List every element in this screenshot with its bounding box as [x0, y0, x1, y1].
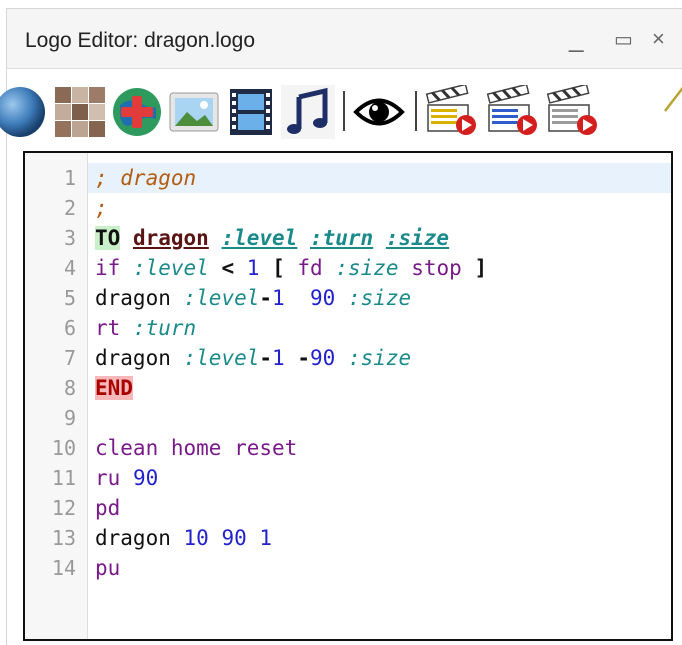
code-line[interactable]: 12 pd — [25, 493, 671, 523]
film-icon[interactable] — [224, 85, 278, 139]
token: ] — [474, 256, 488, 280]
token: :size — [347, 286, 412, 310]
music-note-icon[interactable] — [281, 85, 335, 139]
procedure-name: dragon — [132, 226, 209, 250]
clapper-play-blue-icon[interactable] — [485, 85, 539, 139]
code-line[interactable]: 9 — [25, 403, 671, 433]
code-line[interactable]: 1 ; dragon — [25, 163, 671, 193]
code-line[interactable]: 2; — [25, 193, 671, 223]
line-number: 7 — [63, 346, 76, 370]
parameter-level: :level — [221, 226, 298, 250]
token: 10 — [183, 526, 209, 550]
code-line[interactable]: 6 rt :turn — [25, 313, 671, 343]
code-lines: 1; dragon 2; 3 TO dragon :level :turn :si… — [25, 163, 671, 583]
line-number: 6 — [63, 316, 76, 340]
token: rt — [95, 316, 121, 340]
token: dragon — [95, 286, 171, 310]
code-line[interactable]: 4 if :level < 1 [ fd :size stop ] — [25, 253, 671, 283]
comment: ; — [95, 196, 108, 220]
line-number: 14 — [51, 556, 76, 580]
token: clean — [95, 436, 159, 460]
keyword-to: TO — [95, 226, 121, 250]
code-line[interactable]: 5 dragon :level-1 90 :size — [25, 283, 671, 313]
line-number: 2 — [63, 196, 76, 220]
keyword-end: END — [95, 376, 133, 400]
token: - — [297, 346, 310, 370]
code-editor[interactable]: 1; dragon 2; 3 TO dragon :level :turn :si… — [23, 151, 673, 641]
token: :level — [183, 286, 260, 310]
token: :size — [347, 346, 412, 370]
code-line[interactable]: 8 END — [25, 373, 671, 403]
token: 90 — [310, 346, 336, 370]
line-number: 11 — [51, 466, 76, 490]
maximize-icon[interactable]: ▭ — [614, 27, 633, 52]
token: :level — [183, 346, 260, 370]
token: 1 — [272, 286, 285, 310]
token: fd — [297, 256, 323, 280]
token: :level — [132, 256, 209, 280]
token: 90 — [309, 286, 336, 310]
toolbar-separator — [415, 91, 417, 131]
toolbar-separator — [343, 91, 345, 131]
token: if — [95, 256, 121, 280]
token: - — [259, 286, 273, 310]
window-title: Logo Editor: dragon.logo — [25, 29, 256, 52]
comment: ; dragon — [95, 166, 197, 190]
parameter-turn: :turn — [309, 226, 374, 250]
parameter-size: :size — [385, 226, 450, 250]
close-icon[interactable]: × — [652, 26, 665, 52]
token: stop — [411, 256, 462, 280]
line-number: 12 — [51, 496, 76, 520]
token: :size — [335, 256, 399, 280]
token: :turn — [132, 316, 197, 340]
code-line[interactable]: 3 TO dragon :level :turn :size — [25, 223, 671, 253]
token: 1 — [259, 526, 273, 550]
token: - — [259, 346, 273, 370]
token: reset — [234, 436, 298, 460]
token: pd — [95, 496, 121, 520]
line-number: 1 — [63, 166, 76, 190]
token: 90 — [132, 466, 159, 490]
add-globe-icon[interactable] — [110, 85, 164, 139]
code-line[interactable]: 11 ru 90 — [25, 463, 671, 493]
line-number: 4 — [63, 256, 76, 280]
token: [ — [272, 256, 285, 280]
minimize-icon[interactable]: _ — [569, 23, 583, 54]
line-number: 9 — [63, 406, 76, 430]
clapper-play-icon[interactable] — [424, 85, 478, 139]
token: ru — [95, 466, 121, 490]
token: 1 — [272, 346, 285, 370]
code-line[interactable]: 7 dragon :level-1 -90 :size — [25, 343, 671, 373]
code-line[interactable]: 14 pu — [25, 553, 671, 583]
token: 90 — [221, 526, 247, 550]
image-icon[interactable] — [167, 85, 221, 139]
pointer-line — [664, 86, 682, 112]
sphere-icon[interactable] — [0, 85, 47, 139]
eye-icon[interactable] — [352, 85, 406, 139]
code-line[interactable]: 13 dragon 10 90 1 — [25, 523, 671, 553]
token: dragon — [95, 526, 171, 550]
title-bar[interactable]: Logo Editor: dragon.logo _ ▭ × — [7, 9, 682, 69]
clapper-play-alt-icon[interactable] — [545, 85, 599, 139]
token: 1 — [246, 256, 260, 280]
token: home — [170, 436, 222, 460]
token: dragon — [95, 346, 171, 370]
texture-icon[interactable] — [53, 85, 107, 139]
token: pu — [95, 556, 121, 580]
code-line[interactable]: 10 clean home reset — [25, 433, 671, 463]
line-number: 5 — [63, 286, 76, 310]
line-number: 13 — [51, 526, 76, 550]
logo-editor-window: Logo Editor: dragon.logo _ ▭ × 1 ; drago… — [0, 8, 682, 645]
line-number: 3 — [63, 226, 76, 250]
token: < — [221, 256, 235, 280]
line-number: 10 — [51, 436, 76, 460]
line-number: 8 — [63, 376, 76, 400]
toolbar — [0, 69, 682, 153]
